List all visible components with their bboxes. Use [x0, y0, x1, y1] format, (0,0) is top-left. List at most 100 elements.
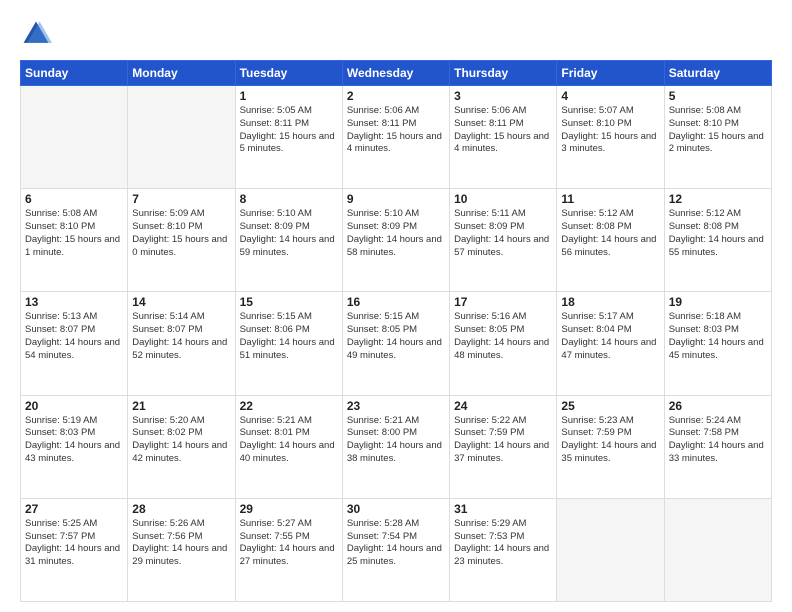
calendar-cell: 29 Sunrise: 5:27 AM Sunset: 7:55 PM Dayli… [235, 498, 342, 601]
calendar-cell: 8 Sunrise: 5:10 AM Sunset: 8:09 PM Daylig… [235, 189, 342, 292]
day-number: 28 [132, 502, 230, 516]
calendar-cell: 2 Sunrise: 5:06 AM Sunset: 8:11 PM Daylig… [342, 86, 449, 189]
cell-details: Sunrise: 5:05 AM Sunset: 8:11 PM Dayligh… [240, 105, 338, 156]
day-number: 18 [561, 295, 659, 309]
cell-details: Sunrise: 5:15 AM Sunset: 8:05 PM Dayligh… [347, 311, 445, 362]
calendar-cell: 6Sunrise: 5:08 AM Sunset: 8:10 PM Daylig… [21, 189, 128, 292]
day-number: 14 [132, 295, 230, 309]
day-number: 29 [240, 502, 338, 516]
cell-details: Sunrise: 5:17 AM Sunset: 8:04 PM Dayligh… [561, 311, 659, 362]
header [20, 18, 772, 50]
calendar-cell: 24 Sunrise: 5:22 AM Sunset: 7:59 PM Dayli… [450, 395, 557, 498]
cell-details: Sunrise: 5:21 AM Sunset: 8:01 PM Dayligh… [240, 415, 338, 466]
calendar-table: SundayMondayTuesdayWednesdayThursdayFrid… [20, 60, 772, 602]
cell-details: Sunrise: 5:13 AM Sunset: 8:07 PM Dayligh… [25, 311, 123, 362]
cell-details: Sunrise: 5:25 AM Sunset: 7:57 PM Dayligh… [25, 518, 123, 569]
calendar-cell: 14Sunrise: 5:14 AM Sunset: 8:07 PM Dayli… [128, 292, 235, 395]
calendar-cell [557, 498, 664, 601]
day-number: 5 [669, 89, 767, 103]
logo [20, 18, 58, 50]
day-number: 15 [240, 295, 338, 309]
day-number: 7 [132, 192, 230, 206]
calendar-week-row: 1 Sunrise: 5:05 AM Sunset: 8:11 PM Daylig… [21, 86, 772, 189]
weekday-header: Sunday [21, 61, 128, 86]
day-number: 10 [454, 192, 552, 206]
cell-details: Sunrise: 5:08 AM Sunset: 8:10 PM Dayligh… [669, 105, 767, 156]
calendar-cell: 16 Sunrise: 5:15 AM Sunset: 8:05 PM Dayli… [342, 292, 449, 395]
day-number: 20 [25, 399, 123, 413]
day-number: 9 [347, 192, 445, 206]
calendar-cell: 13Sunrise: 5:13 AM Sunset: 8:07 PM Dayli… [21, 292, 128, 395]
calendar-cell: 10Sunrise: 5:11 AM Sunset: 8:09 PM Dayli… [450, 189, 557, 292]
day-number: 30 [347, 502, 445, 516]
calendar-cell: 1 Sunrise: 5:05 AM Sunset: 8:11 PM Daylig… [235, 86, 342, 189]
calendar-cell: 25 Sunrise: 5:23 AM Sunset: 7:59 PM Dayli… [557, 395, 664, 498]
cell-details: Sunrise: 5:26 AM Sunset: 7:56 PM Dayligh… [132, 518, 230, 569]
page: SundayMondayTuesdayWednesdayThursdayFrid… [0, 0, 792, 612]
calendar-cell: 4Sunrise: 5:07 AM Sunset: 8:10 PM Daylig… [557, 86, 664, 189]
calendar-cell [128, 86, 235, 189]
day-number: 25 [561, 399, 659, 413]
calendar-week-row: 13Sunrise: 5:13 AM Sunset: 8:07 PM Dayli… [21, 292, 772, 395]
day-number: 3 [454, 89, 552, 103]
calendar-cell: 15Sunrise: 5:15 AM Sunset: 8:06 PM Dayli… [235, 292, 342, 395]
cell-details: Sunrise: 5:23 AM Sunset: 7:59 PM Dayligh… [561, 415, 659, 466]
day-number: 1 [240, 89, 338, 103]
day-number: 24 [454, 399, 552, 413]
weekday-header: Saturday [664, 61, 771, 86]
day-number: 27 [25, 502, 123, 516]
day-number: 19 [669, 295, 767, 309]
calendar-cell [21, 86, 128, 189]
calendar-cell: 31Sunrise: 5:29 AM Sunset: 7:53 PM Dayli… [450, 498, 557, 601]
day-number: 16 [347, 295, 445, 309]
calendar-cell: 28 Sunrise: 5:26 AM Sunset: 7:56 PM Dayli… [128, 498, 235, 601]
cell-details: Sunrise: 5:22 AM Sunset: 7:59 PM Dayligh… [454, 415, 552, 466]
calendar-week-row: 6Sunrise: 5:08 AM Sunset: 8:10 PM Daylig… [21, 189, 772, 292]
cell-details: Sunrise: 5:12 AM Sunset: 8:08 PM Dayligh… [561, 208, 659, 259]
cell-details: Sunrise: 5:06 AM Sunset: 8:11 PM Dayligh… [454, 105, 552, 156]
day-number: 17 [454, 295, 552, 309]
calendar-cell: 7 Sunrise: 5:09 AM Sunset: 8:10 PM Daylig… [128, 189, 235, 292]
cell-details: Sunrise: 5:10 AM Sunset: 8:09 PM Dayligh… [240, 208, 338, 259]
calendar-week-row: 27 Sunrise: 5:25 AM Sunset: 7:57 PM Dayli… [21, 498, 772, 601]
cell-details: Sunrise: 5:06 AM Sunset: 8:11 PM Dayligh… [347, 105, 445, 156]
day-number: 8 [240, 192, 338, 206]
weekday-header: Friday [557, 61, 664, 86]
day-number: 23 [347, 399, 445, 413]
cell-details: Sunrise: 5:19 AM Sunset: 8:03 PM Dayligh… [25, 415, 123, 466]
cell-details: Sunrise: 5:28 AM Sunset: 7:54 PM Dayligh… [347, 518, 445, 569]
calendar-cell [664, 498, 771, 601]
calendar-cell: 27 Sunrise: 5:25 AM Sunset: 7:57 PM Dayli… [21, 498, 128, 601]
calendar-cell: 5 Sunrise: 5:08 AM Sunset: 8:10 PM Daylig… [664, 86, 771, 189]
cell-details: Sunrise: 5:07 AM Sunset: 8:10 PM Dayligh… [561, 105, 659, 156]
day-number: 21 [132, 399, 230, 413]
cell-details: Sunrise: 5:29 AM Sunset: 7:53 PM Dayligh… [454, 518, 552, 569]
weekday-header: Monday [128, 61, 235, 86]
calendar-cell: 9 Sunrise: 5:10 AM Sunset: 8:09 PM Daylig… [342, 189, 449, 292]
cell-details: Sunrise: 5:12 AM Sunset: 8:08 PM Dayligh… [669, 208, 767, 259]
weekday-header: Tuesday [235, 61, 342, 86]
calendar-cell: 19Sunrise: 5:18 AM Sunset: 8:03 PM Dayli… [664, 292, 771, 395]
calendar-body: 1 Sunrise: 5:05 AM Sunset: 8:11 PM Daylig… [21, 86, 772, 602]
day-number: 22 [240, 399, 338, 413]
calendar-week-row: 20 Sunrise: 5:19 AM Sunset: 8:03 PM Dayli… [21, 395, 772, 498]
calendar-cell: 12 Sunrise: 5:12 AM Sunset: 8:08 PM Dayli… [664, 189, 771, 292]
day-number: 6 [25, 192, 123, 206]
calendar-cell: 22 Sunrise: 5:21 AM Sunset: 8:01 PM Dayli… [235, 395, 342, 498]
cell-details: Sunrise: 5:10 AM Sunset: 8:09 PM Dayligh… [347, 208, 445, 259]
weekday-row: SundayMondayTuesdayWednesdayThursdayFrid… [21, 61, 772, 86]
day-number: 12 [669, 192, 767, 206]
weekday-header: Thursday [450, 61, 557, 86]
cell-details: Sunrise: 5:20 AM Sunset: 8:02 PM Dayligh… [132, 415, 230, 466]
cell-details: Sunrise: 5:27 AM Sunset: 7:55 PM Dayligh… [240, 518, 338, 569]
day-number: 11 [561, 192, 659, 206]
calendar-cell: 30 Sunrise: 5:28 AM Sunset: 7:54 PM Dayli… [342, 498, 449, 601]
cell-details: Sunrise: 5:16 AM Sunset: 8:05 PM Dayligh… [454, 311, 552, 362]
cell-details: Sunrise: 5:09 AM Sunset: 8:10 PM Dayligh… [132, 208, 230, 259]
calendar-cell: 18 Sunrise: 5:17 AM Sunset: 8:04 PM Dayli… [557, 292, 664, 395]
calendar-cell: 23 Sunrise: 5:21 AM Sunset: 8:00 PM Dayli… [342, 395, 449, 498]
cell-details: Sunrise: 5:21 AM Sunset: 8:00 PM Dayligh… [347, 415, 445, 466]
cell-details: Sunrise: 5:24 AM Sunset: 7:58 PM Dayligh… [669, 415, 767, 466]
day-number: 2 [347, 89, 445, 103]
calendar-cell: 3 Sunrise: 5:06 AM Sunset: 8:11 PM Daylig… [450, 86, 557, 189]
